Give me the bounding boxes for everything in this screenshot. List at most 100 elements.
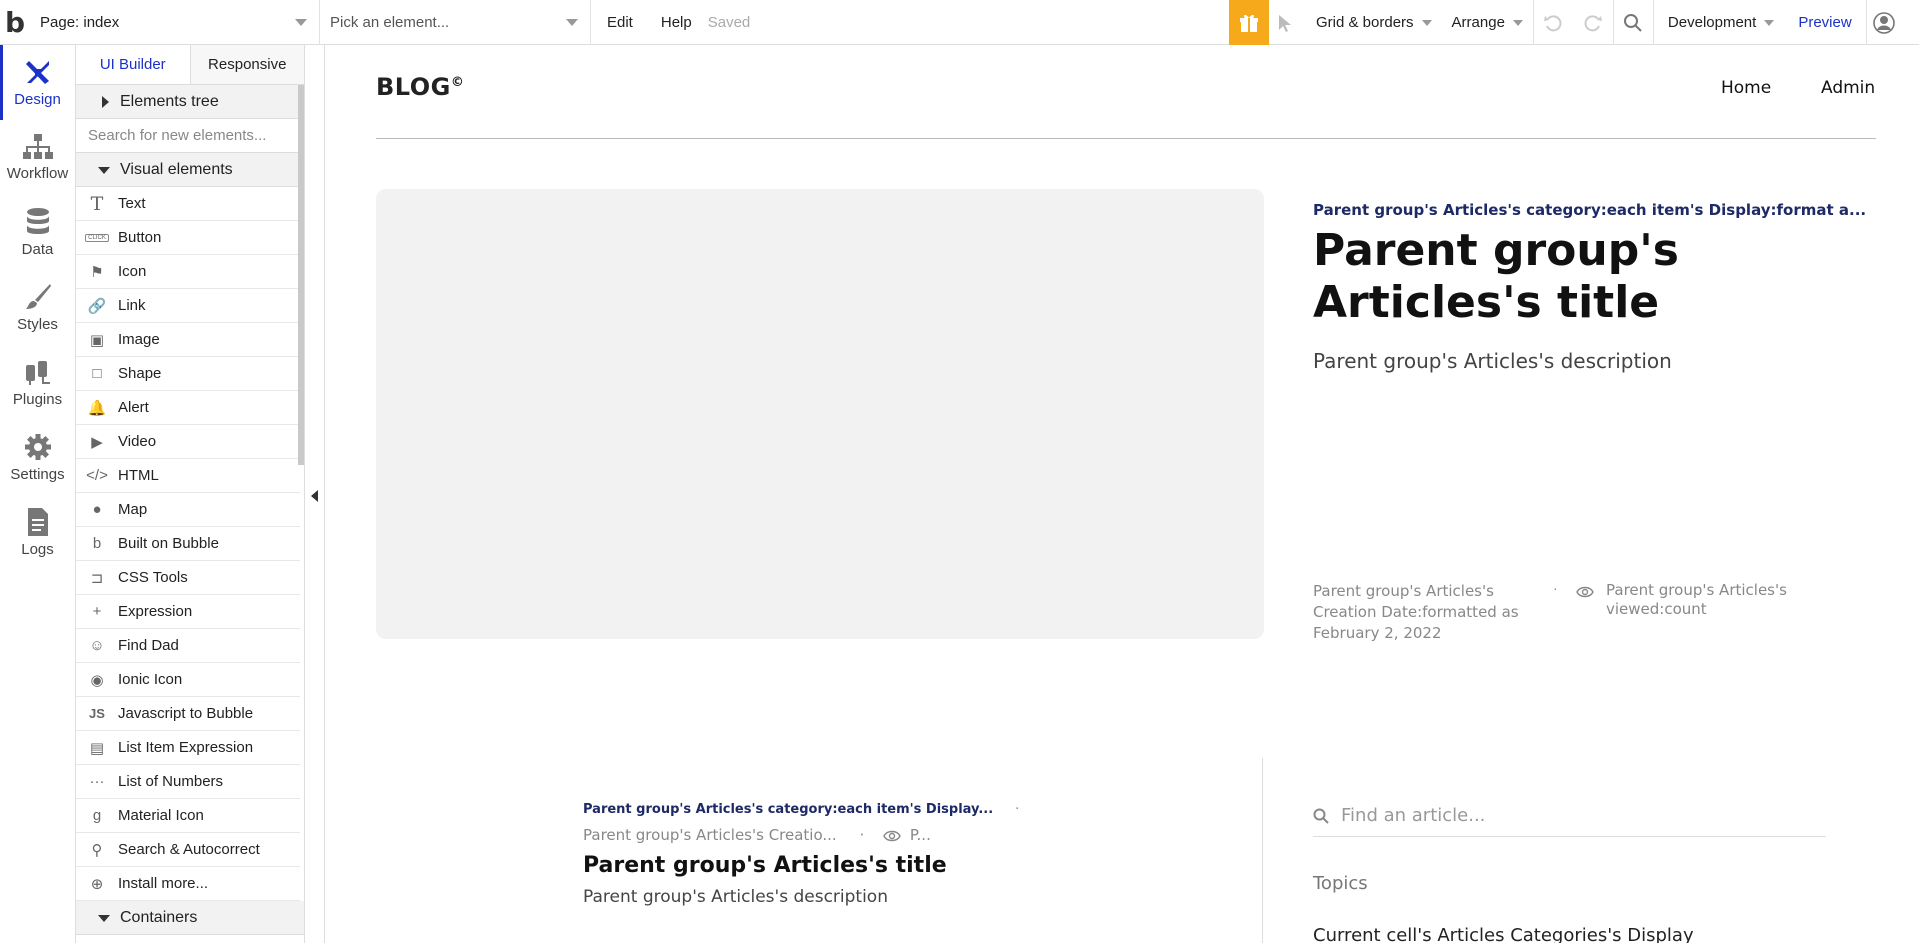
hero-date[interactable]: Parent group's Articles's Creation Date:… bbox=[1313, 581, 1533, 644]
left-nav-rail: Design Workflow Data Styles Plugins Sett… bbox=[0, 45, 76, 943]
brush-icon bbox=[25, 284, 51, 309]
element-item-link[interactable]: 🔗 Link bbox=[76, 289, 300, 323]
element-item-expression[interactable]: + Expression bbox=[76, 595, 300, 629]
select-cursor-icon[interactable] bbox=[1270, 0, 1300, 45]
element-item-html[interactable]: </> HTML bbox=[76, 459, 300, 493]
help-menu[interactable]: Help bbox=[647, 0, 706, 45]
element-item-material-icon[interactable]: g Material Icon bbox=[76, 799, 300, 833]
blog-logo-mark: © bbox=[450, 75, 465, 90]
saved-status: Saved bbox=[707, 13, 751, 31]
nav-home-link[interactable]: Home bbox=[1721, 78, 1771, 98]
element-search-input[interactable] bbox=[88, 127, 288, 144]
element-item-icon[interactable]: ⚑ Icon bbox=[76, 255, 300, 289]
element-item-alert[interactable]: 🔔 Alert bbox=[76, 391, 300, 425]
element-type-icon: CLICK bbox=[85, 233, 109, 242]
element-item-javascript-to-bubble[interactable]: JS Javascript to Bubble bbox=[76, 697, 300, 731]
element-item-css-tools[interactable]: ⊐ CSS Tools bbox=[76, 561, 300, 595]
collapse-left-icon[interactable] bbox=[311, 490, 318, 502]
rail-item-settings[interactable]: Settings bbox=[0, 420, 75, 495]
redo-icon[interactable] bbox=[1573, 0, 1613, 45]
element-item-label: Expression bbox=[118, 603, 193, 620]
hero-description[interactable]: Parent group's Articles's description bbox=[1313, 349, 1672, 373]
rail-label: Settings bbox=[10, 466, 65, 483]
search-icon bbox=[1313, 808, 1329, 824]
element-item-list-item-expression[interactable]: ▤ List Item Expression bbox=[76, 731, 300, 765]
elements-tree-label: Elements tree bbox=[120, 92, 219, 110]
element-item-video[interactable]: ▶ Video bbox=[76, 425, 300, 459]
element-type-icon: □ bbox=[92, 365, 102, 382]
element-type-icon: ⚑ bbox=[90, 263, 104, 281]
gift-icon[interactable] bbox=[1229, 0, 1269, 45]
rail-item-data[interactable]: Data bbox=[0, 195, 75, 270]
tab-responsive[interactable]: Responsive bbox=[189, 45, 304, 84]
header-divider bbox=[376, 138, 1876, 139]
element-type-icon: </> bbox=[86, 467, 108, 484]
hero-category[interactable]: Parent group's Articles's category:each … bbox=[1313, 201, 1866, 219]
topics-heading[interactable]: Topics bbox=[1313, 873, 1368, 894]
rail-item-plugins[interactable]: Plugins bbox=[0, 345, 75, 420]
element-item-search-autocorrect[interactable]: ⚲ Search & Autocorrect bbox=[76, 833, 300, 867]
containers-toggle[interactable]: Containers bbox=[76, 901, 304, 935]
card-title[interactable]: Parent group's Articles's title bbox=[583, 853, 947, 878]
undo-icon[interactable] bbox=[1532, 0, 1573, 45]
panel-collapse-bar[interactable] bbox=[305, 45, 325, 943]
card-date[interactable]: Parent group's Articles's Creatio... bbox=[583, 826, 837, 844]
visual-elements-toggle[interactable]: Visual elements bbox=[76, 153, 304, 187]
rail-item-logs[interactable]: Logs bbox=[0, 495, 75, 570]
grid-borders-menu[interactable]: Grid & borders bbox=[1300, 14, 1442, 31]
element-item-text[interactable]: T Text bbox=[76, 187, 300, 221]
preview-button[interactable]: Preview bbox=[1784, 14, 1865, 31]
nav-admin-link[interactable]: Admin bbox=[1821, 78, 1875, 98]
rail-item-styles[interactable]: Styles bbox=[0, 270, 75, 345]
tab-ui-builder[interactable]: UI Builder bbox=[76, 45, 190, 84]
element-type-icon: JS bbox=[89, 706, 105, 721]
article-search bbox=[1313, 795, 1826, 837]
bubble-logo[interactable]: b bbox=[0, 0, 30, 45]
element-item-list-of-numbers[interactable]: ··· List of Numbers bbox=[76, 765, 300, 799]
element-picker[interactable]: Pick an element... bbox=[320, 0, 591, 45]
environment-select[interactable]: Development bbox=[1652, 0, 1784, 45]
element-type-icon: ● bbox=[92, 501, 102, 518]
rail-item-design[interactable]: Design bbox=[0, 45, 75, 120]
card-category-separator: · bbox=[1015, 802, 1020, 817]
panel-scrollbar[interactable] bbox=[298, 85, 304, 465]
rail-label: Styles bbox=[17, 316, 58, 333]
rail-item-workflow[interactable]: Workflow bbox=[0, 120, 75, 195]
visual-elements-label: Visual elements bbox=[120, 160, 233, 178]
element-item-built-on-bubble[interactable]: b Built on Bubble bbox=[76, 527, 300, 561]
user-avatar-icon[interactable] bbox=[1865, 0, 1902, 45]
element-item-label: Ionic Icon bbox=[118, 671, 183, 688]
panel-tabs: UI Builder Responsive bbox=[76, 45, 304, 85]
element-item-ionic-icon[interactable]: ◉ Ionic Icon bbox=[76, 663, 300, 697]
element-item-shape[interactable]: □ Shape bbox=[76, 357, 300, 391]
article-search-input[interactable] bbox=[1341, 805, 1811, 826]
element-item-label: Built on Bubble bbox=[118, 535, 219, 552]
element-item-button[interactable]: CLICK Button bbox=[76, 221, 300, 255]
element-type-icon: 🔔 bbox=[87, 399, 107, 417]
caret-right-icon bbox=[102, 96, 109, 108]
element-type-icon: T bbox=[90, 192, 104, 215]
topic-item[interactable]: Current cell's Articles Categories's Dis… bbox=[1313, 925, 1694, 943]
element-item-install-more[interactable]: ⊕ Install more... bbox=[76, 867, 300, 901]
chevron-down-icon bbox=[1512, 19, 1523, 26]
card-category[interactable]: Parent group's Articles's category:each … bbox=[583, 802, 1019, 817]
card-views[interactable]: P... bbox=[910, 826, 931, 844]
hero-views[interactable]: Parent group's Articles's viewed:count bbox=[1606, 581, 1846, 619]
hero-image-placeholder[interactable] bbox=[376, 189, 1264, 639]
element-item-image[interactable]: ▣ Image bbox=[76, 323, 300, 357]
search-icon[interactable] bbox=[1612, 0, 1653, 45]
element-item-label: Text bbox=[118, 195, 146, 212]
page-select[interactable]: Page: index bbox=[30, 0, 320, 45]
edit-menu[interactable]: Edit bbox=[591, 0, 647, 45]
element-picker-placeholder: Pick an element... bbox=[330, 13, 450, 31]
blog-logo[interactable]: BLOG© bbox=[376, 73, 464, 101]
elements-tree-toggle[interactable]: Elements tree bbox=[76, 85, 304, 119]
hero-title[interactable]: Parent group's Articles's title bbox=[1313, 225, 1853, 329]
element-item-find-dad[interactable]: ☺ Find Dad bbox=[76, 629, 300, 663]
element-item-label: HTML bbox=[118, 467, 159, 484]
card-description[interactable]: Parent group's Articles's description bbox=[583, 887, 888, 907]
element-item-label: Search & Autocorrect bbox=[118, 841, 260, 858]
element-item-map[interactable]: ● Map bbox=[76, 493, 300, 527]
arrange-menu[interactable]: Arrange bbox=[1442, 14, 1533, 31]
eye-icon bbox=[883, 830, 901, 841]
